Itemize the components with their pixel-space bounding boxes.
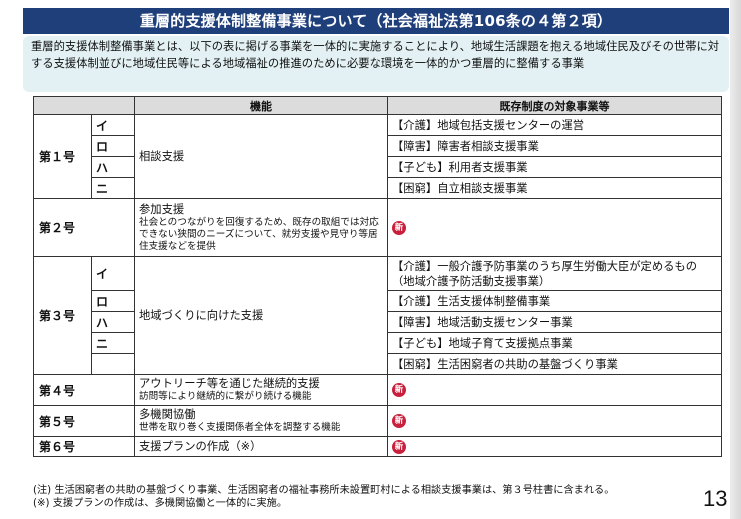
existing-cell: 【介護】地域包括支援センターの運営: [387, 114, 722, 136]
row-number: 第１号: [33, 114, 92, 199]
existing-cell: 【子ども】地域子育て支援拠点事業: [387, 332, 722, 354]
existing-cell: 【介護】生活支援体制整備事業: [387, 290, 722, 312]
row-number: 第４号: [33, 374, 135, 406]
header-function: 機能: [134, 96, 388, 115]
row-number: 第２号: [33, 198, 135, 257]
function-cell: アウトリーチ等を通じた継続的支援 訪問等により継続的に繋がり続ける機能: [134, 374, 388, 406]
existing-cell: 【障害】地域活動支援センター事業: [387, 311, 722, 333]
function-cell: 相談支援: [134, 114, 388, 199]
footnotes: (注) 生活困窮者の共助の基盤づくり事業、生活困窮者の福祉事務所未設置町村による…: [33, 484, 693, 510]
sub-label: ロ: [91, 290, 135, 312]
sub-label: ハ: [91, 156, 135, 178]
new-badge-icon: 新: [392, 220, 406, 235]
function-title: 参加支援: [139, 202, 185, 216]
intro-box: 重層的支援体制整備事業とは、以下の表に掲げる事業を一体的に実施することにより、地…: [23, 36, 729, 92]
existing-cell: 新: [387, 198, 722, 257]
function-cell: 多機関協働 世帯を取り巻く支援関係者全体を調整する機能: [134, 405, 388, 437]
existing-cell: 新: [387, 374, 722, 406]
sub-label: イ: [91, 256, 135, 291]
table-row: 第５号 多機関協働 世帯を取り巻く支援関係者全体を調整する機能 新: [33, 405, 722, 437]
new-badge-icon: 新: [392, 383, 406, 397]
table-row: 第４号 アウトリーチ等を通じた継続的支援 訪問等により継続的に繋がり続ける機能 …: [33, 374, 722, 406]
footnote: (注) 生活困窮者の共助の基盤づくり事業、生活困窮者の福祉事務所未設置町村による…: [33, 485, 615, 496]
row-number: 第５号: [33, 405, 135, 437]
function-cell: 参加支援 社会とのつながりを回復するため、既存の取組では対応できない狭間のニーズ…: [134, 198, 388, 257]
function-title: 多機関協働: [139, 408, 196, 421]
new-badge-icon: 新: [392, 414, 406, 428]
table-row: 第１号 イ 相談支援 【介護】地域包括支援センターの運営: [33, 114, 722, 199]
table-row: 第２号 参加支援 社会とのつながりを回復するため、既存の取組では対応できない狭間…: [33, 198, 722, 257]
table-header-row: 機能 既存制度の対象事業等: [33, 96, 722, 115]
page-number: 13: [703, 486, 728, 511]
sub-label: ニ: [91, 177, 135, 199]
function-cell: 地域づくりに向けた支援: [134, 256, 388, 375]
header-existing: 既存制度の対象事業等: [387, 96, 722, 115]
existing-cell: 【子ども】利用者支援事業: [387, 156, 722, 178]
existing-cell: 【困窮】生活困窮者の共助の基盤づくり事業: [387, 353, 722, 375]
function-description: 社会とのつながりを回復するため、既存の取組では対応できない狭間のニーズについて、…: [139, 216, 379, 252]
sub-label: ハ: [91, 311, 135, 333]
page-edge: [730, 0, 741, 519]
sub-label: イ: [91, 114, 135, 136]
row-number: 第３号: [33, 256, 92, 375]
function-title: アウトリーチ等を通じた継続的支援: [139, 377, 320, 390]
page-title: 重層的支援体制整備事業について（社会福祉法第106条の４第２項）: [23, 8, 729, 34]
new-badge-icon: 新: [392, 439, 406, 454]
table-row: 第３号 イ 地域づくりに向けた支援 【介護】一般介護予防事業のうち厚生労働大臣が…: [33, 256, 722, 375]
function-cell: 支援プランの作成（※）: [134, 436, 388, 457]
sub-label: [91, 353, 135, 375]
existing-cell: 【障害】障害者相談支援事業: [387, 135, 722, 157]
header-blank: [33, 96, 135, 115]
project-table: 機能 既存制度の対象事業等 第１号 イ 相談支援 【介護】地域包括支援センターの…: [33, 96, 722, 457]
existing-cell: 【介護】一般介護予防事業のうち厚生労働大臣が定めるもの（地域介護予防活動支援事業…: [387, 256, 722, 291]
sub-label: ロ: [91, 135, 135, 157]
footnote: (※) 支援プランの作成は、多機関協働と一体的に実施。: [33, 498, 288, 509]
function-description: 訪問等により継続的に繋がり続ける機能: [139, 391, 312, 402]
row-number: 第６号: [33, 436, 135, 457]
existing-cell: 【困窮】自立相談支援事業: [387, 177, 722, 199]
sub-label: ニ: [91, 332, 135, 354]
table-row: 第６号 支援プランの作成（※） 新: [33, 436, 722, 457]
existing-cell: 新: [387, 436, 722, 457]
function-description: 世帯を取り巻く支援関係者全体を調整する機能: [139, 422, 341, 433]
existing-cell: 新: [387, 405, 722, 437]
